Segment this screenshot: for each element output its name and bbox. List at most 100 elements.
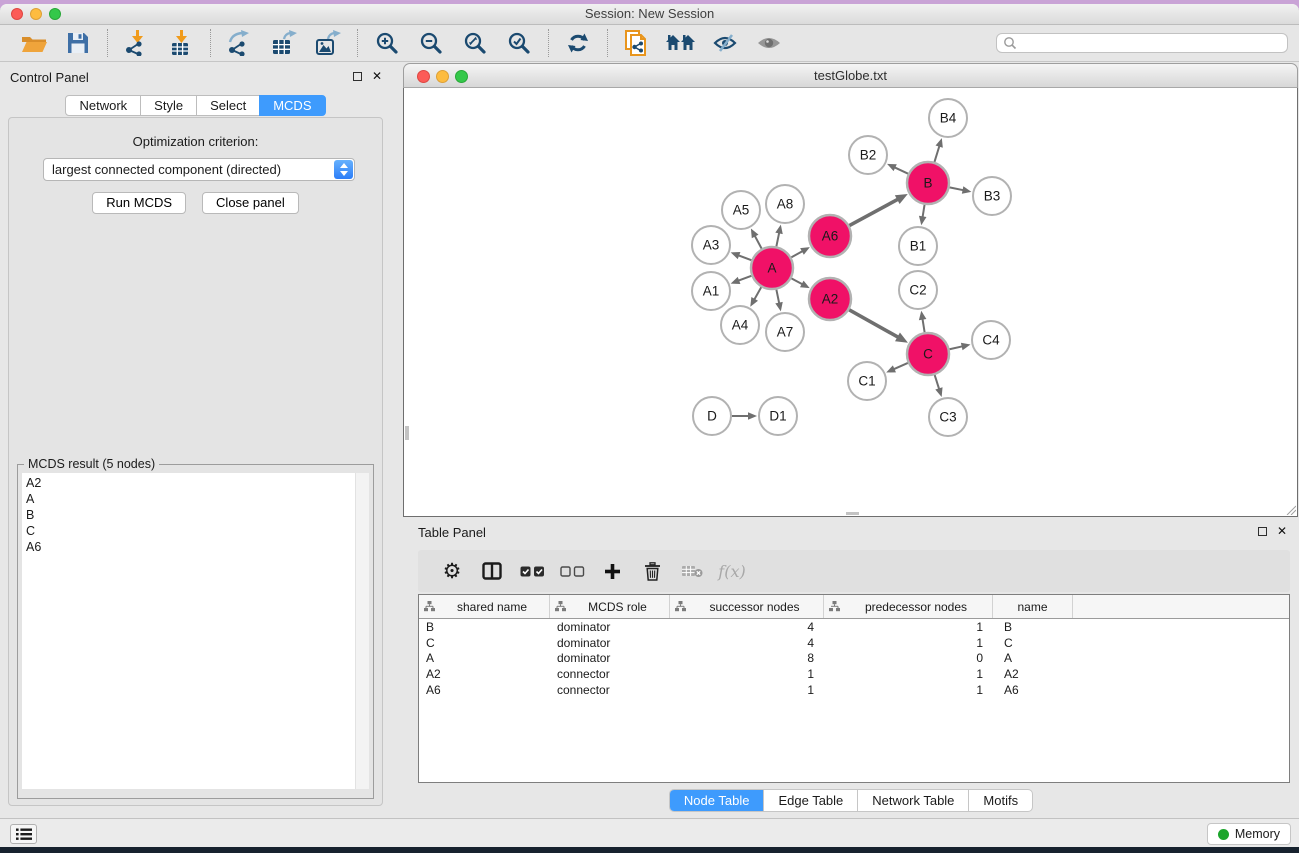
graph-edge-C-C3[interactable]: [935, 375, 940, 390]
import-network-button[interactable]: [115, 27, 159, 59]
graph-edge-A2-C[interactable]: [849, 310, 899, 338]
graph-edge-A-A5[interactable]: [754, 235, 761, 249]
zoom-fit-button[interactable]: [453, 27, 497, 59]
tab-node-table[interactable]: Node Table: [670, 790, 764, 811]
show-columns-button[interactable]: [472, 554, 512, 588]
close-window-button[interactable]: [11, 8, 23, 20]
graph-edge-A-A1[interactable]: [737, 276, 751, 281]
table-cell[interactable]: A6: [993, 683, 1073, 697]
zoom-selected-button[interactable]: [497, 27, 541, 59]
tab-edge-table[interactable]: Edge Table: [763, 790, 857, 811]
table-cell[interactable]: dominator: [550, 636, 670, 650]
deselect-all-button[interactable]: [552, 554, 592, 588]
table-cell[interactable]: 1: [824, 636, 993, 650]
hide-panels-button[interactable]: [703, 27, 747, 59]
table-cell[interactable]: A2: [419, 667, 550, 681]
export-network-button[interactable]: [218, 27, 262, 59]
refresh-button[interactable]: [556, 27, 600, 59]
table-cell[interactable]: 1: [824, 667, 993, 681]
export-table-button[interactable]: [262, 27, 306, 59]
criterion-dropdown[interactable]: largest connected component (directed): [43, 158, 355, 181]
table-cell[interactable]: A: [993, 651, 1073, 665]
import-table-button[interactable]: [159, 27, 203, 59]
mcds-result-item[interactable]: A: [22, 492, 369, 508]
close-panel-button[interactable]: Close panel: [202, 192, 299, 214]
table-row[interactable]: A6connector11A6: [419, 682, 1289, 698]
memory-button[interactable]: Memory: [1207, 823, 1291, 845]
graph-edge-A-A3[interactable]: [737, 255, 751, 260]
zoom-in-button[interactable]: [365, 27, 409, 59]
graph-edge-A-A4[interactable]: [754, 287, 762, 300]
column-header-predecessor-nodes[interactable]: predecessor nodes: [824, 595, 993, 618]
table-cell[interactable]: 1: [670, 683, 824, 697]
close-window-button[interactable]: [417, 70, 430, 83]
mcds-result-item[interactable]: B: [22, 508, 369, 524]
open-session-button[interactable]: [12, 27, 56, 59]
graph-edge-C-C1[interactable]: [893, 363, 908, 370]
network-graph[interactable]: B4B2BB3A5A8A6B1A3AC2A1A2A4A7C4CC1C3DD1: [404, 88, 1297, 515]
graph-edge-A-A6[interactable]: [791, 250, 803, 257]
tab-network-table[interactable]: Network Table: [857, 790, 968, 811]
table-cell[interactable]: 1: [670, 667, 824, 681]
table-row[interactable]: Cdominator41C: [419, 635, 1289, 651]
maximize-window-button[interactable]: [49, 8, 61, 20]
table-cell[interactable]: dominator: [550, 651, 670, 665]
show-panels-button[interactable]: [747, 27, 791, 59]
search-field[interactable]: [996, 33, 1288, 53]
column-header-name[interactable]: name: [993, 595, 1073, 618]
create-column-button[interactable]: [592, 554, 632, 588]
tab-mcds[interactable]: MCDS: [259, 95, 325, 116]
network-window-titlebar[interactable]: testGlobe.txt: [403, 63, 1298, 88]
table-cell[interactable]: C: [419, 636, 550, 650]
close-panel-icon[interactable]: ✕: [372, 71, 382, 82]
table-cell[interactable]: A: [419, 651, 550, 665]
table-cell[interactable]: 1: [824, 620, 993, 634]
column-header-successor-nodes[interactable]: successor nodes: [670, 595, 824, 618]
table-row[interactable]: A2connector11A2: [419, 666, 1289, 682]
delete-column-button[interactable]: [632, 554, 672, 588]
tab-style[interactable]: Style: [140, 95, 197, 116]
table-cell[interactable]: A2: [993, 667, 1073, 681]
table-row[interactable]: Bdominator41B: [419, 619, 1289, 635]
network-canvas[interactable]: B4B2BB3A5A8A6B1A3AC2A1A2A4A7C4CC1C3DD1: [403, 88, 1298, 517]
function-builder-button-disabled[interactable]: f(x): [712, 554, 752, 588]
table-cell[interactable]: connector: [550, 667, 670, 681]
graph-edge-A6-B[interactable]: [849, 199, 899, 226]
graph-edge-B-B4[interactable]: [934, 145, 939, 162]
graph-edge-A-A7[interactable]: [776, 290, 779, 305]
table-cell[interactable]: B: [993, 620, 1073, 634]
graph-edge-B-B3[interactable]: [950, 187, 965, 190]
table-cell[interactable]: dominator: [550, 620, 670, 634]
minimize-window-button[interactable]: [436, 70, 449, 83]
task-history-button[interactable]: [10, 824, 37, 844]
tab-network[interactable]: Network: [65, 95, 141, 116]
table-row[interactable]: Adominator80A: [419, 650, 1289, 666]
table-cell[interactable]: C: [993, 636, 1073, 650]
column-header-mcds-role[interactable]: MCDS role: [550, 595, 670, 618]
select-all-button[interactable]: [512, 554, 552, 588]
export-image-button[interactable]: [306, 27, 350, 59]
resize-grip-icon[interactable]: [1285, 504, 1296, 515]
clone-network-button[interactable]: [615, 27, 659, 59]
graph-edge-A-A2[interactable]: [791, 278, 803, 284]
graph-edge-C-C2[interactable]: [922, 318, 924, 333]
mcds-result-item[interactable]: A6: [22, 540, 369, 556]
table-cell[interactable]: 8: [670, 651, 824, 665]
maximize-window-button[interactable]: [455, 70, 468, 83]
graph-edge-C-C4[interactable]: [949, 346, 963, 349]
table-cell[interactable]: 1: [824, 683, 993, 697]
mcds-result-item[interactable]: A2: [22, 476, 369, 492]
table-cell[interactable]: B: [419, 620, 550, 634]
mcds-result-item[interactable]: C: [22, 524, 369, 540]
delete-table-button-disabled[interactable]: [672, 554, 712, 588]
mcds-list-scrollbar[interactable]: [355, 473, 369, 789]
graph-edge-A-A8[interactable]: [776, 231, 779, 246]
run-mcds-button[interactable]: Run MCDS: [92, 192, 186, 214]
float-panel-icon[interactable]: [1258, 527, 1267, 536]
zoom-out-button[interactable]: [409, 27, 453, 59]
table-cell[interactable]: 0: [824, 651, 993, 665]
minimize-window-button[interactable]: [30, 8, 42, 20]
column-settings-button[interactable]: ⚙: [432, 554, 472, 588]
table-cell[interactable]: A6: [419, 683, 550, 697]
canvas-scroll-thumb-bottom[interactable]: [846, 512, 859, 515]
